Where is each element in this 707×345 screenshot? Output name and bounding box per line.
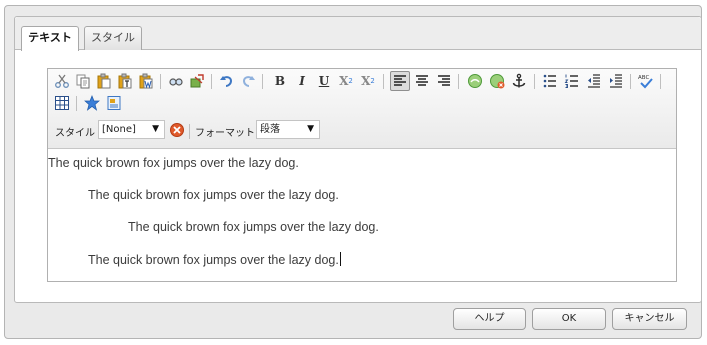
toolbar-separator (630, 74, 631, 89)
toolbar-separator (76, 96, 77, 111)
toolbar-row-1: B I U X2 X2 ABC (48, 69, 676, 93)
paragraph-with-caret[interactable]: The quick brown fox jumps over the lazy … (88, 252, 341, 267)
italic-icon[interactable]: I (292, 71, 312, 91)
paste-icon[interactable] (94, 71, 114, 91)
toolbar-separator (383, 74, 384, 89)
bullet-list-icon[interactable] (540, 71, 560, 91)
cancel-button[interactable]: キャンセル (612, 308, 687, 330)
style-select-value: [None] (102, 124, 136, 135)
cut-icon[interactable] (52, 71, 72, 91)
spellcheck-icon[interactable]: ABC (636, 71, 656, 91)
underline-icon[interactable]: U (314, 71, 334, 91)
ok-button[interactable]: OK (532, 308, 606, 330)
paragraph[interactable]: The quick brown fox jumps over the lazy … (88, 188, 339, 202)
indent-icon[interactable] (606, 71, 626, 91)
bold-glyph: B (274, 74, 286, 88)
clear-style-icon (170, 123, 184, 137)
chevron-down-icon: ▼ (152, 124, 159, 134)
italic-glyph: I (299, 74, 305, 88)
format-select[interactable]: 段落 ▼ (256, 120, 320, 139)
clear-style-button[interactable] (167, 120, 187, 140)
tab-text[interactable]: テキスト (21, 26, 79, 51)
format-label: フォーマット (195, 128, 255, 139)
redo-icon[interactable] (238, 71, 258, 91)
bold-icon[interactable]: B (270, 71, 290, 91)
style-format-bar: スタイル [None] ▼ フォーマット 段落 ▼ (48, 117, 676, 143)
toolbar-separator (262, 74, 263, 89)
outdent-icon[interactable] (584, 71, 604, 91)
special-char-icon[interactable] (82, 93, 102, 113)
superscript-glyph: X (361, 74, 371, 88)
paragraph[interactable]: The quick brown fox jumps over the lazy … (128, 220, 379, 234)
replace-icon[interactable] (187, 71, 207, 91)
underline-glyph: U (318, 74, 330, 88)
paste-word-icon[interactable] (136, 71, 156, 91)
editor-content[interactable]: The quick brown fox jumps over the lazy … (48, 150, 676, 281)
paragraph[interactable]: The quick brown fox jumps over the lazy … (48, 156, 299, 170)
toolbar-separator (211, 74, 212, 89)
superscript-icon[interactable]: X2 (358, 71, 378, 91)
subscript-icon[interactable]: X2 (336, 71, 356, 91)
copy-icon[interactable] (73, 71, 93, 91)
toolbar-separator (660, 74, 661, 89)
superscript-mark: 2 (370, 77, 375, 85)
chevron-down-icon: ▼ (307, 124, 314, 134)
unlink-icon[interactable] (487, 71, 507, 91)
tab-panel: テキスト スタイル B I U X 2 X 2 ABC スタイル [None] … (14, 16, 702, 303)
align-center-icon[interactable] (412, 71, 432, 91)
toolbar-separator (189, 124, 190, 139)
text-caret (339, 252, 341, 266)
numbered-list-icon[interactable] (562, 71, 582, 91)
subscript-mark: 2 (348, 77, 353, 85)
rich-text-editor: B I U X2 X2 ABC スタイル [None] ▼ フォーマット 段落 … (47, 68, 677, 282)
style-select[interactable]: [None] ▼ (98, 120, 165, 139)
style-label: スタイル (55, 128, 95, 139)
paste-text-icon[interactable] (115, 71, 135, 91)
format-select-value: 段落 (260, 124, 280, 135)
toolbar-separator (160, 74, 161, 89)
dialog: テキスト スタイル B I U X 2 X 2 ABC スタイル [None] … (4, 5, 702, 339)
anchor-icon[interactable] (509, 71, 529, 91)
toolbar-separator (458, 74, 459, 89)
help-button[interactable]: ヘルプ (453, 308, 526, 330)
svg-text:ABC: ABC (638, 75, 649, 81)
align-right-icon[interactable] (434, 71, 454, 91)
table-icon[interactable] (52, 93, 72, 113)
find-icon[interactable] (166, 71, 186, 91)
undo-icon[interactable] (217, 71, 237, 91)
toolbar-row-2 (48, 91, 676, 115)
tab-style[interactable]: スタイル (84, 26, 142, 50)
toolbar-separator (534, 74, 535, 89)
link-icon[interactable] (465, 71, 485, 91)
paragraph: The quick brown fox jumps over the lazy … (88, 253, 339, 267)
subscript-glyph: X (339, 74, 349, 88)
align-left-icon[interactable] (390, 71, 410, 91)
tab-strip: テキスト スタイル (15, 17, 701, 51)
image-icon[interactable] (104, 93, 124, 113)
editor-toolbar: B I U X2 X2 ABC スタイル [None] ▼ フォーマット 段落 … (48, 69, 676, 149)
